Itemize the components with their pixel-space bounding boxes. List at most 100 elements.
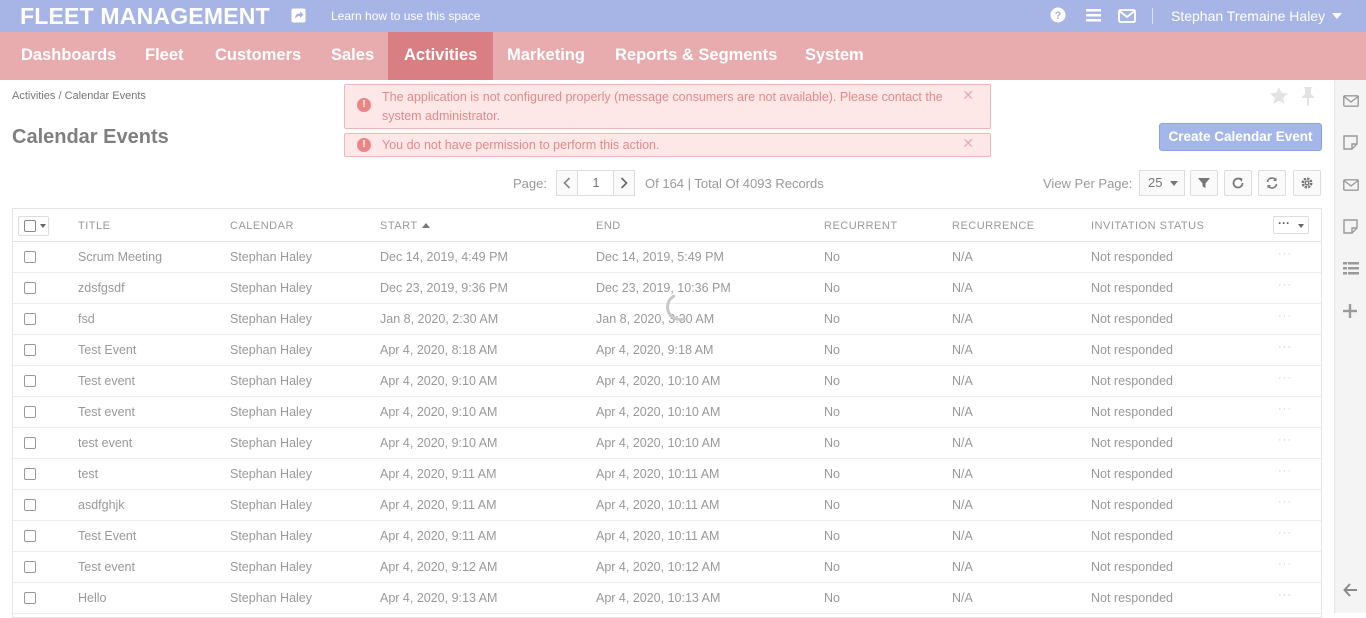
filter-button[interactable] <box>1190 170 1218 196</box>
row-actions-icon[interactable]: ··· <box>1278 372 1292 384</box>
row-checkbox[interactable] <box>24 592 36 604</box>
table-row[interactable]: Test Event Stephan Haley Apr 4, 2020, 9:11… <box>13 521 1321 552</box>
close-icon[interactable]: ✕ <box>962 135 974 152</box>
row-actions-icon[interactable]: ··· <box>1278 279 1292 291</box>
table-row[interactable]: asdfghjk Stephan Haley Apr 4, 2020, 9:11 A… <box>13 490 1321 521</box>
column-header-invitation-status[interactable]: INVITATION STATUS <box>1091 220 1204 232</box>
row-checkbox[interactable] <box>24 251 36 263</box>
column-header-recurrent[interactable]: RECURRENT <box>824 220 898 232</box>
grid-settings-button[interactable] <box>1293 170 1321 196</box>
cell-calendar: Stephan Haley <box>230 374 313 388</box>
row-actions-icon[interactable]: ··· <box>1278 434 1292 446</box>
nav-activities[interactable]: Activities <box>388 32 494 80</box>
column-header-start-label: START <box>380 220 418 232</box>
row-checkbox[interactable] <box>24 282 36 294</box>
table-row[interactable]: Test Event Stephan Haley Apr 4, 2020, 8:18… <box>13 335 1321 366</box>
column-header-end[interactable]: END <box>596 220 621 232</box>
refresh-button[interactable] <box>1224 170 1252 196</box>
chevron-down-icon[interactable] <box>1332 13 1342 19</box>
page-number-input[interactable]: 1 <box>578 170 614 196</box>
row-checkbox[interactable] <box>24 530 36 542</box>
mail-icon[interactable] <box>1118 9 1136 23</box>
per-page-value: 25 <box>1148 175 1163 190</box>
row-checkbox[interactable] <box>24 344 36 356</box>
column-header-calendar[interactable]: CALENDAR <box>230 220 294 232</box>
select-all-dropdown[interactable] <box>18 216 49 236</box>
cell-title: Test event <box>78 374 135 388</box>
previous-page-button[interactable] <box>556 170 578 196</box>
per-page-select[interactable]: 25 <box>1139 170 1185 196</box>
row-actions-icon[interactable]: ··· <box>1278 310 1292 322</box>
column-header-start[interactable]: START <box>380 220 430 232</box>
reset-icon <box>1266 177 1278 189</box>
grid-header: TITLE CALENDAR START END RECURRENT RECUR… <box>13 209 1321 242</box>
app-title[interactable]: FLEET MANAGEMENT <box>20 3 270 30</box>
create-calendar-event-button[interactable]: Create Calendar Event <box>1159 123 1322 151</box>
row-checkbox[interactable] <box>24 313 36 325</box>
alert-message: The application is not configured proper… <box>382 90 943 123</box>
help-icon[interactable]: ? <box>1050 7 1066 23</box>
cell-invitation-status: Not responded <box>1091 498 1174 512</box>
row-actions-icon[interactable]: ··· <box>1278 341 1292 353</box>
cell-start: Apr 4, 2020, 9:11 AM <box>380 498 497 512</box>
row-actions-icon[interactable]: ··· <box>1278 527 1292 539</box>
row-actions-icon[interactable]: ··· <box>1278 558 1292 570</box>
nav-system[interactable]: System <box>789 32 880 80</box>
chevron-down-icon <box>1170 181 1178 186</box>
menu-icon[interactable] <box>1086 9 1101 22</box>
user-menu[interactable]: Stephan Tremaine Haley <box>1171 8 1325 24</box>
table-row[interactable]: Test event Stephan Haley Apr 4, 2020, 9:10… <box>13 397 1321 428</box>
row-checkbox[interactable] <box>24 468 36 480</box>
row-checkbox[interactable] <box>24 499 36 511</box>
nav-reports-segments[interactable]: Reports & Segments <box>599 32 793 80</box>
nav-sales[interactable]: Sales <box>315 32 390 80</box>
note-icon[interactable] <box>1343 219 1358 234</box>
row-actions-icon[interactable]: ··· <box>1278 496 1292 508</box>
close-icon[interactable]: ✕ <box>962 87 974 104</box>
row-actions-icon[interactable]: ··· <box>1278 465 1292 477</box>
nav-dashboards[interactable]: Dashboards <box>5 32 132 80</box>
cell-end: Apr 4, 2020, 10:10 AM <box>596 436 721 450</box>
top-bar: FLEET MANAGEMENT Learn how to use this s… <box>0 0 1366 32</box>
nav-fleet[interactable]: Fleet <box>129 32 200 80</box>
share-icon[interactable] <box>291 8 306 23</box>
select-all-checkbox[interactable] <box>24 220 36 232</box>
mail-icon[interactable] <box>1343 95 1359 107</box>
table-row[interactable]: test Stephan Haley Apr 4, 2020, 9:11 AM Apr… <box>13 459 1321 490</box>
nav-marketing[interactable]: Marketing <box>491 32 601 80</box>
next-page-button[interactable] <box>613 170 635 196</box>
table-row[interactable]: Hello Stephan Haley Apr 4, 2020, 9:13 AM Ap… <box>13 583 1321 614</box>
nav-customers[interactable]: Customers <box>199 32 317 80</box>
sort-ascending-icon <box>421 223 430 228</box>
reset-button[interactable] <box>1258 170 1286 196</box>
row-checkbox[interactable] <box>24 437 36 449</box>
column-header-recurrence[interactable]: RECURRENCE <box>952 220 1035 232</box>
row-actions-icon[interactable]: ··· <box>1278 589 1292 601</box>
row-checkbox[interactable] <box>24 406 36 418</box>
column-header-title[interactable]: TITLE <box>78 220 110 232</box>
table-row[interactable]: Test event Stephan Haley Apr 4, 2020, 9:10… <box>13 366 1321 397</box>
table-row[interactable]: Test event Stephan Haley Apr 4, 2020, 9:12… <box>13 552 1321 583</box>
cell-title: Test Event <box>78 529 137 543</box>
breadcrumb[interactable]: Activities / Calendar Events <box>12 90 146 102</box>
row-actions-icon[interactable]: ··· <box>1278 248 1292 260</box>
cell-recurrent: No <box>824 560 840 574</box>
list-icon[interactable] <box>1343 262 1359 275</box>
row-checkbox[interactable] <box>24 561 36 573</box>
star-icon[interactable] <box>1269 86 1289 105</box>
note-icon[interactable] <box>1343 135 1358 150</box>
grid-actions-dropdown[interactable]: ··· <box>1273 216 1309 234</box>
cell-start: Apr 4, 2020, 9:10 AM <box>380 436 498 450</box>
pin-icon[interactable] <box>1300 86 1316 106</box>
row-actions-icon[interactable]: ··· <box>1278 403 1292 415</box>
cell-recurrence: N/A <box>952 529 973 543</box>
plus-icon[interactable] <box>1343 304 1357 318</box>
arrow-left-icon[interactable] <box>1343 583 1358 597</box>
cell-title: Test Event <box>78 343 137 357</box>
row-checkbox[interactable] <box>24 375 36 387</box>
cell-calendar: Stephan Haley <box>230 343 313 357</box>
table-row[interactable]: Scrum Meeting Stephan Haley Dec 14, 2019, … <box>13 242 1321 273</box>
mail-icon[interactable] <box>1343 179 1359 191</box>
table-row[interactable]: test event Stephan Haley Apr 4, 2020, 9:10… <box>13 428 1321 459</box>
learn-link[interactable]: Learn how to use this space <box>331 9 480 23</box>
